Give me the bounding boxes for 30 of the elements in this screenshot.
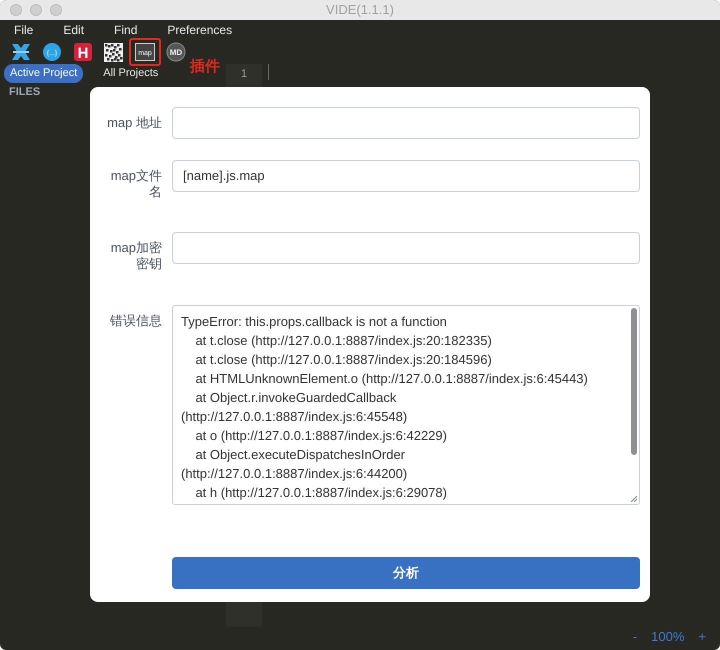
qr-code-icon[interactable] xyxy=(104,42,123,62)
resize-grip-icon[interactable] xyxy=(631,496,637,502)
zoom-level: 100% xyxy=(651,628,684,646)
input-field[interactable] xyxy=(172,232,640,264)
line-number: 1 xyxy=(240,67,248,82)
field-label: 错误信息 xyxy=(109,312,162,329)
files-heading: FILES xyxy=(8,84,42,100)
highlight-frame xyxy=(129,38,161,66)
window-control[interactable] xyxy=(10,4,22,16)
field-label: map文件名 xyxy=(110,167,162,200)
menu-item[interactable]: File xyxy=(14,21,34,39)
menu-item[interactable]: Preferences xyxy=(167,21,232,39)
cross-logo-icon[interactable] xyxy=(10,43,30,61)
md-icon[interactable]: MD xyxy=(166,42,186,62)
scrollbar[interactable] xyxy=(631,308,637,455)
project-tab[interactable]: All Projects xyxy=(97,64,164,82)
window-control[interactable] xyxy=(30,4,42,16)
field-label: map加密密钥 xyxy=(110,239,162,272)
menu-item[interactable]: Find xyxy=(114,21,138,39)
window-control[interactable] xyxy=(50,4,62,16)
error-text-area[interactable]: TypeError: this.props.callback is not a function at t.close (http://127.0.0.1:8887/index.js:20:182335) at t.close (http://127.0.0.1:8887/index.js:20:184596) at HTMLUnknownElement.o (http://127.0.0.1:8887/index.js:6:45443) at Object.r.invokeGuardedCallback (http://127.0.0.1:8887/index.js:6:45548) at o (http://127.0.0.1:8887/index.js:6:42229) at Object.executeDispatchesInOrder (http://127.0.0.1:8887/index.js:6:44200) at h (http://127.0.0.1:8887/index.js:6:29078) xyxy=(172,305,640,505)
analyze-button[interactable]: 分析 xyxy=(172,557,640,589)
letter-h-icon[interactable]: H xyxy=(72,42,92,62)
field-label: map 地址 xyxy=(106,114,162,131)
window-title: VIDE(1.1.1) xyxy=(326,2,394,18)
project-tab[interactable]: Active Project xyxy=(4,64,84,82)
input-field[interactable] xyxy=(172,107,640,139)
input-field[interactable]: [name].js.map xyxy=(172,160,640,192)
menu-item[interactable]: Edit xyxy=(63,21,84,39)
annotation-label: 插件 xyxy=(190,57,220,77)
